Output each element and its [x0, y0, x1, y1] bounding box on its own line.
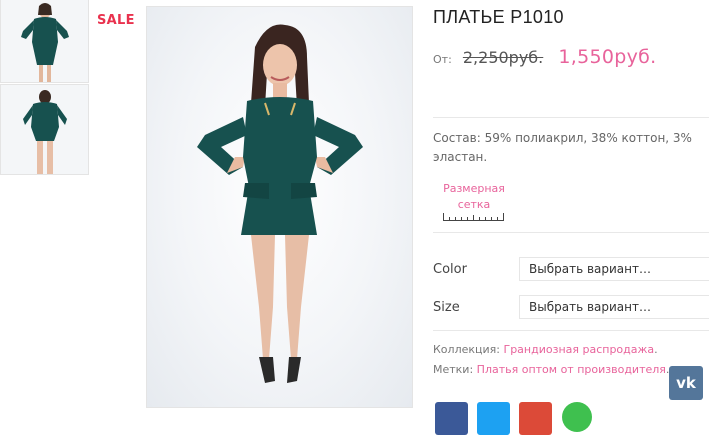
price-block: От: 2,250руб. 1,550руб. — [433, 46, 657, 68]
tags-meta: Метки: Платья оптом от производителя. — [433, 363, 669, 376]
model-in-dress-image — [197, 24, 363, 383]
ruler-icon[interactable] — [443, 213, 504, 221]
dress-back-image — [1, 85, 88, 174]
collection-dot: . — [654, 343, 658, 356]
sale-badge: SALE — [97, 13, 135, 28]
size-select[interactable]: Выбрать вариант… — [519, 295, 709, 319]
composition-text: Состав: 59% полиакрил, 38% коттон, 3% эл… — [433, 131, 692, 164]
product-title: ПЛАТЬЕ P1010 — [433, 7, 564, 27]
thumbnail-front[interactable] — [0, 0, 89, 83]
dress-front-image — [1, 0, 88, 82]
collection-label: Коллекция: — [433, 343, 500, 356]
thumbnail-back[interactable] — [0, 84, 89, 175]
tags-link[interactable]: Платья оптом от производителя — [477, 363, 666, 376]
color-label: Color — [433, 262, 467, 277]
collection-link[interactable]: Грандиозная распродажа — [503, 343, 654, 356]
google-share-button[interactable] — [519, 402, 552, 435]
twitter-share-button[interactable] — [477, 402, 510, 435]
size-chart-link[interactable]: Размерная сетка — [443, 181, 505, 213]
facebook-share-button[interactable] — [435, 402, 468, 435]
price-prefix: От: — [433, 53, 452, 66]
color-select[interactable]: Выбрать вариант… — [519, 257, 709, 281]
main-product-image[interactable] — [146, 6, 413, 408]
collection-meta: Коллекция: Грандиозная распродажа. — [433, 343, 658, 356]
size-label: Size — [433, 300, 460, 315]
vk-share-button[interactable]: vk — [669, 366, 703, 400]
divider — [433, 232, 709, 233]
tags-label: Метки: — [433, 363, 474, 376]
old-price: 2,250руб. — [462, 48, 544, 67]
divider — [433, 330, 709, 331]
divider — [433, 117, 709, 118]
whatsapp-share-button[interactable] — [562, 402, 592, 432]
vk-icon: vk — [676, 374, 696, 392]
sale-price: 1,550руб. — [558, 46, 657, 68]
